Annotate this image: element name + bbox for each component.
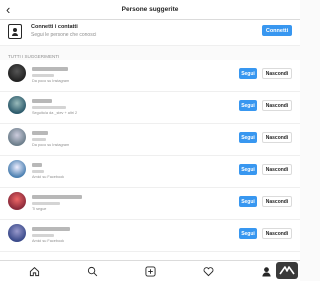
hide-button[interactable]: Nascondi [262, 100, 292, 111]
list-item[interactable]: Da poco su Instagram Segui Nascondi [0, 60, 300, 92]
avatar[interactable] [8, 224, 26, 242]
hide-button[interactable]: Nascondi [262, 68, 292, 79]
avatar[interactable] [8, 96, 26, 114]
home-icon[interactable] [27, 265, 41, 278]
back-arrow-icon[interactable]: ‹ [6, 2, 10, 17]
hide-button[interactable]: Nascondi [262, 228, 292, 239]
follow-button[interactable]: Segui [239, 100, 257, 111]
follow-button[interactable]: Segui [239, 196, 257, 207]
list-item[interactable]: Seguito/a da _stev + altri 2 Segui Nasco… [0, 92, 300, 124]
connect-contacts-banner: Connetti i contatti Segui le persone che… [0, 20, 300, 46]
hide-button[interactable]: Nascondi [262, 132, 292, 143]
list-item[interactable]: Amici su Facebook Segui Nascondi [0, 220, 300, 252]
connect-subtitle: Segui le persone che conosci [31, 32, 97, 38]
fullname-redacted [32, 138, 46, 141]
profile-icon[interactable] [259, 265, 273, 278]
add-post-icon[interactable] [143, 265, 157, 278]
hide-button[interactable]: Nascondi [262, 196, 292, 207]
activity-heart-icon[interactable] [201, 265, 215, 278]
fullname-redacted [32, 106, 66, 109]
suggestion-reason: Seguito/a da _stev + altri 2 [32, 111, 78, 115]
username-redacted[interactable] [32, 131, 48, 135]
fullname-redacted [32, 234, 54, 237]
follow-button[interactable]: Segui [239, 132, 257, 143]
fullname-redacted [32, 170, 44, 173]
list-item[interactable]: Ti segue Segui Nascondi [0, 188, 300, 220]
list-item[interactable]: Da poco su Instagram Segui Nascondi [0, 124, 300, 156]
fullname-redacted [32, 202, 60, 205]
suggestion-reason: Da poco su Instagram [32, 79, 70, 83]
avatar[interactable] [8, 128, 26, 146]
list-item[interactable]: Amici su Facebook Segui Nascondi [0, 156, 300, 188]
bottom-tab-bar [0, 260, 300, 281]
username-redacted[interactable] [32, 163, 42, 167]
hide-button[interactable]: Nascondi [262, 164, 292, 175]
username-redacted[interactable] [32, 67, 68, 71]
follow-button[interactable]: Segui [239, 164, 257, 175]
suggestion-reason: Amici su Facebook [32, 239, 65, 243]
top-bar: ‹ Persone suggerite [0, 0, 300, 20]
suggestions-list: Da poco su Instagram Segui Nascondi Segu… [0, 60, 300, 260]
search-icon[interactable] [85, 265, 99, 278]
avatar[interactable] [8, 192, 26, 210]
suggestion-reason: Amici su Facebook [32, 175, 65, 179]
page-title: Persone suggerite [121, 6, 179, 13]
username-redacted[interactable] [32, 99, 52, 103]
follow-button[interactable]: Segui [239, 68, 257, 79]
section-label: TUTTI I SUGGERIMENTI [8, 54, 60, 59]
avatar[interactable] [8, 160, 26, 178]
username-redacted[interactable] [32, 195, 82, 199]
suggestion-reason: Ti segue [32, 207, 47, 211]
chimera-logo [276, 262, 298, 279]
suggestion-reason: Da poco su Instagram [32, 143, 70, 147]
username-redacted[interactable] [32, 227, 70, 231]
connect-title: Connetti i contatti [31, 24, 78, 30]
follow-button[interactable]: Segui [239, 228, 257, 239]
fullname-redacted [32, 74, 54, 77]
avatar[interactable] [8, 64, 26, 82]
connect-button[interactable]: Connetti [262, 25, 292, 36]
contacts-icon [8, 24, 22, 39]
